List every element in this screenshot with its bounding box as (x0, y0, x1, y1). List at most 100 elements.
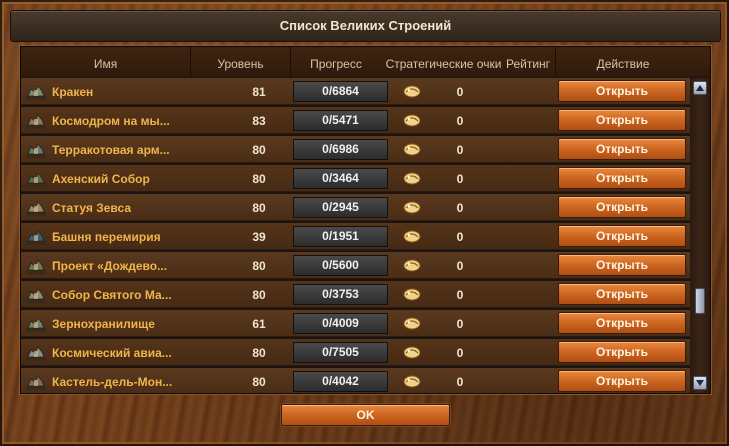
terracotta-army-icon (25, 140, 47, 159)
strategic-points: 0 (456, 143, 464, 157)
building-name[interactable]: Проект «Дождево... (52, 259, 212, 273)
building-name[interactable]: Собор Святого Ма... (52, 288, 212, 302)
strategic-points: 0 (456, 288, 464, 302)
progress-display: 0/3464 (293, 168, 388, 189)
building-name[interactable]: Космодром на мы... (52, 114, 212, 128)
progress-display: 0/6986 (293, 139, 388, 160)
building-name[interactable]: Статуя Зевса (52, 201, 212, 215)
scroll-thumb[interactable] (695, 288, 705, 314)
forge-points-icon (402, 84, 422, 99)
open-button[interactable]: Открыть (558, 109, 686, 131)
column-header-action: Действие (596, 57, 650, 71)
building-name[interactable]: Кракен (52, 85, 212, 99)
building-name[interactable]: Зернохранилище (52, 317, 212, 331)
building-level: 80 (252, 346, 266, 360)
open-button[interactable]: Открыть (558, 196, 686, 218)
strategic-points: 0 (456, 259, 464, 273)
table-header: Имя Уровень Прогресс Стратегические очки… (21, 47, 710, 77)
table-body: Кракен 81 0/6864 0 Открыть Космодром на мы...… (21, 78, 690, 393)
table-row: Космодром на мы... 83 0/5471 0 Открыть (21, 107, 690, 134)
zeus-statue-icon (25, 198, 47, 217)
column-header-strategic-points[interactable]: Стратегические очки (376, 47, 511, 77)
st-mark-cathedral-icon (25, 285, 47, 304)
progress-display: 0/5471 (293, 110, 388, 131)
strategic-points: 0 (456, 172, 464, 186)
progress-display: 0/4009 (293, 313, 388, 334)
table-row: Проект «Дождево... 80 0/5600 0 Открыть (21, 252, 690, 279)
building-level: 39 (252, 230, 266, 244)
building-level: 83 (252, 114, 266, 128)
cosmodrome-icon (25, 111, 47, 130)
progress-display: 0/6864 (293, 81, 388, 102)
building-level: 80 (252, 288, 266, 302)
strategic-points: 0 (456, 230, 464, 244)
forge-points-icon (402, 258, 422, 273)
table-row: Терракотовая арм... 80 0/6986 0 Открыть (21, 136, 690, 163)
forge-points-icon (402, 171, 422, 186)
forge-points-icon (402, 374, 422, 389)
scroll-up-arrow-icon[interactable] (693, 81, 707, 95)
open-button[interactable]: Открыть (558, 370, 686, 392)
vertical-scrollbar[interactable] (690, 78, 710, 393)
forge-points-icon (402, 229, 422, 244)
forge-points-icon (402, 142, 422, 157)
castel-del-monte-icon (25, 372, 47, 391)
window-title: Список Великих Строений (279, 18, 452, 33)
forge-points-icon (402, 287, 422, 302)
open-button[interactable]: Открыть (558, 254, 686, 276)
strategic-points: 0 (456, 85, 464, 99)
scroll-down-arrow-icon[interactable] (693, 376, 707, 390)
table-row: Ахенский Собор 80 0/3464 0 Открыть (21, 165, 690, 192)
progress-display: 0/5600 (293, 255, 388, 276)
table-row: Кракен 81 0/6864 0 Открыть (21, 78, 690, 105)
open-button[interactable]: Открыть (558, 80, 686, 102)
table-row: Космический авиа... 80 0/7505 0 Открыть (21, 339, 690, 366)
building-name[interactable]: Кастель-дель-Мон... (52, 375, 212, 389)
column-header-name[interactable]: Имя (21, 47, 191, 77)
truce-tower-icon (25, 227, 47, 246)
space-carrier-icon (25, 343, 47, 362)
building-level: 61 (252, 317, 266, 331)
strategic-points: 0 (456, 201, 464, 215)
table-row: Башня перемирия 39 0/1951 0 Открыть (21, 223, 690, 250)
progress-display: 0/2945 (293, 197, 388, 218)
forge-points-icon (402, 316, 422, 331)
building-level: 80 (252, 201, 266, 215)
kraken-icon (25, 82, 47, 101)
building-name[interactable]: Терракотовая арм... (52, 143, 212, 157)
open-button[interactable]: Открыть (558, 167, 686, 189)
table-row: Кастель-дель-Мон... 80 0/4042 0 Открыть (21, 368, 690, 393)
title-bar: Список Великих Строений (10, 10, 721, 42)
rain-forest-project-icon (25, 256, 47, 275)
table-row: Статуя Зевса 80 0/2945 0 Открыть (21, 194, 690, 221)
building-name[interactable]: Космический авиа... (52, 346, 212, 360)
window-frame: Список Великих Строений Имя Уровень Прог… (0, 0, 729, 446)
table-row: Собор Святого Ма... 80 0/3753 0 Открыть (21, 281, 690, 308)
column-header-rating[interactable]: Рейтинг (501, 47, 556, 77)
open-button[interactable]: Открыть (558, 341, 686, 363)
forge-points-icon (402, 345, 422, 360)
granary-icon (25, 314, 47, 333)
strategic-points: 0 (456, 375, 464, 389)
forge-points-icon (402, 113, 422, 128)
open-button[interactable]: Открыть (558, 283, 686, 305)
building-name[interactable]: Ахенский Собор (52, 172, 212, 186)
progress-display: 0/3753 (293, 284, 388, 305)
column-header-progress[interactable]: Прогресс (291, 47, 381, 77)
building-level: 81 (252, 85, 266, 99)
great-buildings-table: Имя Уровень Прогресс Стратегические очки… (20, 46, 711, 394)
building-level: 80 (252, 172, 266, 186)
progress-display: 0/4042 (293, 371, 388, 392)
progress-display: 0/1951 (293, 226, 388, 247)
strategic-points: 0 (456, 346, 464, 360)
column-header-level[interactable]: Уровень (191, 47, 291, 77)
ok-button[interactable]: OK (281, 404, 450, 426)
forge-points-icon (402, 200, 422, 215)
open-button[interactable]: Открыть (558, 312, 686, 334)
open-button[interactable]: Открыть (558, 225, 686, 247)
aachen-cathedral-icon (25, 169, 47, 188)
open-button[interactable]: Открыть (558, 138, 686, 160)
building-name[interactable]: Башня перемирия (52, 230, 212, 244)
building-level: 80 (252, 259, 266, 273)
building-level: 80 (252, 143, 266, 157)
